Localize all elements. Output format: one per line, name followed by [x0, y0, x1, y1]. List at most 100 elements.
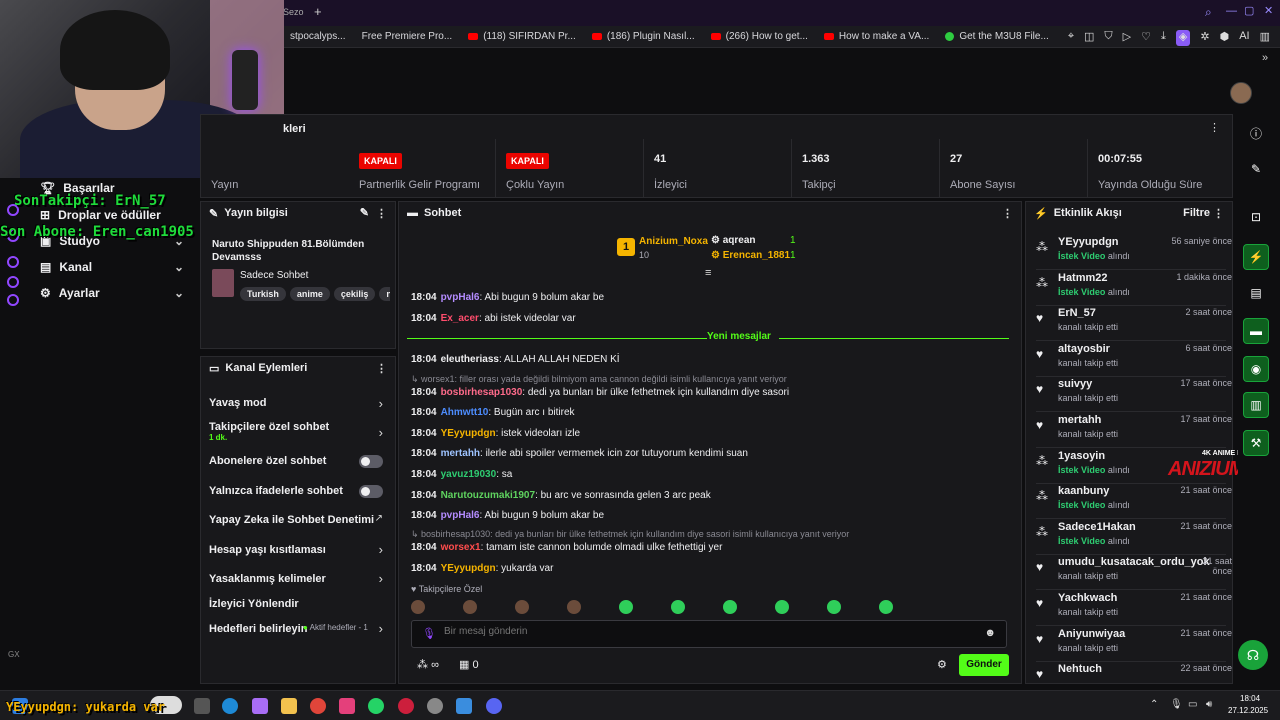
message-username[interactable]: YEyyupdgn: [441, 428, 496, 439]
followers-only-row[interactable]: Takipçilere özel sohbet 1 dk.: [209, 421, 389, 442]
clock-time[interactable]: 18:04: [1240, 694, 1260, 703]
user-avatar[interactable]: [1230, 82, 1252, 104]
bookmark-item[interactable]: (186) Plugin Nasıl...: [591, 31, 695, 42]
slow-mode-row[interactable]: Yavaş mod: [209, 397, 389, 409]
emote[interactable]: [879, 600, 893, 614]
message-username[interactable]: Ex_acer: [441, 313, 479, 324]
leaderboard-name[interactable]: ⚙ Erencan_1881: [711, 250, 790, 261]
taskview-icon[interactable]: [194, 698, 210, 714]
emote[interactable]: [619, 600, 633, 614]
activity-item[interactable]: ⁂ Hatmm22 İstek Video alındı 1 dakika önce: [1036, 270, 1232, 304]
mic-tray-icon[interactable]: 🎙︎: [1170, 699, 1183, 710]
emote[interactable]: [671, 600, 685, 614]
more-icon[interactable]: ⋮: [1002, 207, 1013, 220]
collapse-icon[interactable]: ≡: [705, 267, 711, 279]
tag[interactable]: anime: [289, 287, 330, 301]
support-icon[interactable]: ☊: [1238, 640, 1268, 670]
notes-icon[interactable]: ▤: [1243, 280, 1269, 306]
minimize-icon[interactable]: —: [1226, 5, 1237, 17]
bookmark-item[interactable]: How to make a VA...: [823, 31, 929, 42]
edge-icon[interactable]: [222, 698, 238, 714]
filter-button[interactable]: Filtre: [1183, 207, 1210, 219]
extension-icon[interactable]: ◈: [1175, 30, 1191, 46]
rail-icon[interactable]: [7, 294, 19, 306]
send-button[interactable]: Gönder: [959, 654, 1009, 676]
message-username[interactable]: pvpHal6: [441, 510, 480, 521]
play-icon[interactable]: ▷: [1123, 30, 1131, 46]
points-icon[interactable]: ⁂ ∞: [417, 658, 439, 671]
maximize-icon[interactable]: ▢: [1244, 4, 1254, 17]
activity-item[interactable]: ⁂ YEyyupdgn İstek Video alındı 56 saniye ön…: [1036, 234, 1232, 268]
tag[interactable]: naru: [379, 287, 390, 301]
network-icon[interactable]: ▭: [1188, 699, 1197, 710]
opera-gx-icon[interactable]: [398, 698, 414, 714]
sidebar-toggle-icon[interactable]: ▥: [1260, 30, 1270, 46]
store-icon[interactable]: ▦ 0: [459, 658, 479, 671]
chat-input[interactable]: [444, 626, 964, 637]
volume-icon[interactable]: 🔊︎: [1206, 699, 1212, 710]
edit-icon[interactable]: ✎: [360, 206, 369, 219]
more-icon[interactable]: ⋮: [376, 362, 387, 375]
obs-icon[interactable]: [427, 698, 443, 714]
subscribers-only-toggle[interactable]: [359, 455, 383, 468]
banned-words-row[interactable]: Yasaklanmış kelimeler: [209, 573, 389, 585]
cube-icon[interactable]: ⬢: [1220, 30, 1230, 46]
search-icon[interactable]: ⌕: [1205, 5, 1212, 20]
more-icon[interactable]: ⋮: [1209, 121, 1220, 134]
activity-item[interactable]: ♥ suivyy kanalı takip etti 17 saat önce: [1036, 376, 1232, 410]
emote[interactable]: [775, 600, 789, 614]
message-username[interactable]: eleutheriass: [441, 354, 499, 365]
more-icon[interactable]: ⋮: [1213, 207, 1224, 220]
wrench-icon[interactable]: ⚒: [1243, 430, 1269, 456]
whatsapp-icon[interactable]: [368, 698, 384, 714]
copilot-icon[interactable]: [252, 698, 268, 714]
bookmark-item[interactable]: (266) How to get...: [710, 31, 808, 42]
app-icon[interactable]: [456, 698, 472, 714]
raid-row[interactable]: İzleyici Yönlendir: [209, 598, 389, 610]
nav-item-drops[interactable]: ⊞ Droplar ve ödüller: [40, 208, 190, 222]
heart-icon[interactable]: ♡: [1141, 30, 1151, 46]
rail-icon[interactable]: [7, 256, 19, 268]
leaderboard-name[interactable]: ⚙ aqrean: [711, 235, 756, 246]
bookmarks-more-icon[interactable]: »: [1262, 52, 1268, 64]
activity-item[interactable]: ⁂ Sadece1Hakan İstek Video alındı 21 saat ö…: [1036, 519, 1232, 553]
bookmark-item[interactable]: Get the M3U8 File...: [945, 31, 1049, 42]
message-username[interactable]: pvpHal6: [441, 292, 480, 303]
layout-icon[interactable]: ▥: [1243, 392, 1269, 418]
activity-item[interactable]: ♥ mertahh kanalı takip etti 17 saat önce: [1036, 412, 1232, 446]
tag[interactable]: çekiliş: [333, 287, 376, 301]
emote-only-toggle[interactable]: [359, 485, 383, 498]
tag[interactable]: Turkish: [240, 287, 286, 301]
camera-icon[interactable]: ◫: [1084, 30, 1094, 46]
clock-date[interactable]: 27.12.2025: [1228, 706, 1268, 715]
ai-moderation-row[interactable]: Yapay Zeka ile Sohbet Denetimi: [209, 514, 389, 526]
emote[interactable]: [723, 600, 737, 614]
activity-item[interactable]: ♥ Nehtuch 22 saat önce: [1036, 661, 1232, 683]
message-username[interactable]: Ahmwtt10: [441, 407, 489, 418]
download-icon[interactable]: ⤓: [1161, 30, 1166, 46]
emote[interactable]: [463, 600, 477, 614]
activity-item[interactable]: ♥ umudu_kusatacak_ordu_yok kanalı takip et…: [1036, 554, 1232, 588]
activity-item[interactable]: ♥ Yachkwach kanalı takip etti 21 saat önce: [1036, 590, 1232, 624]
pencil-icon[interactable]: ✎: [1243, 156, 1269, 182]
activity-item[interactable]: ⁂ kaanbuny İstek Video alındı 21 saat önce: [1036, 483, 1232, 517]
leaderboard-name[interactable]: Anizium_Noxa: [639, 236, 708, 247]
bookmark-item[interactable]: (118) SIFIRDAN Pr...: [468, 31, 576, 42]
account-age-row[interactable]: Hesap yaşı kısıtlaması: [209, 544, 389, 556]
activity-item[interactable]: ♥ altayosbir kanalı takip etti 6 saat önce: [1036, 341, 1232, 375]
info-icon[interactable]: ⓘ: [1243, 120, 1269, 146]
message-username[interactable]: mertahh: [441, 448, 480, 459]
bookmark-item[interactable]: Free Premiere Pro...: [362, 31, 453, 42]
message-username[interactable]: bosbirhesap1030: [441, 387, 523, 398]
activity-item[interactable]: ♥ Aniyunwiyaa kanalı takip etti 21 saat önc…: [1036, 626, 1232, 660]
settings-icon[interactable]: ⚙: [937, 658, 947, 671]
message-username[interactable]: Narutouzumaki1907: [441, 490, 535, 501]
mic-icon[interactable]: 🎙︎: [422, 627, 436, 640]
more-icon[interactable]: ⋮: [376, 207, 387, 220]
emoji-icon[interactable]: ☻: [984, 627, 996, 639]
instagram-icon[interactable]: [339, 698, 355, 714]
puzzle-icon[interactable]: ✲: [1200, 30, 1209, 46]
message-username[interactable]: YEyyupdgn: [441, 563, 496, 574]
nav-item-settings[interactable]: ⚙ Ayarlar ⌄: [40, 286, 190, 300]
rail-icon[interactable]: [7, 276, 19, 288]
